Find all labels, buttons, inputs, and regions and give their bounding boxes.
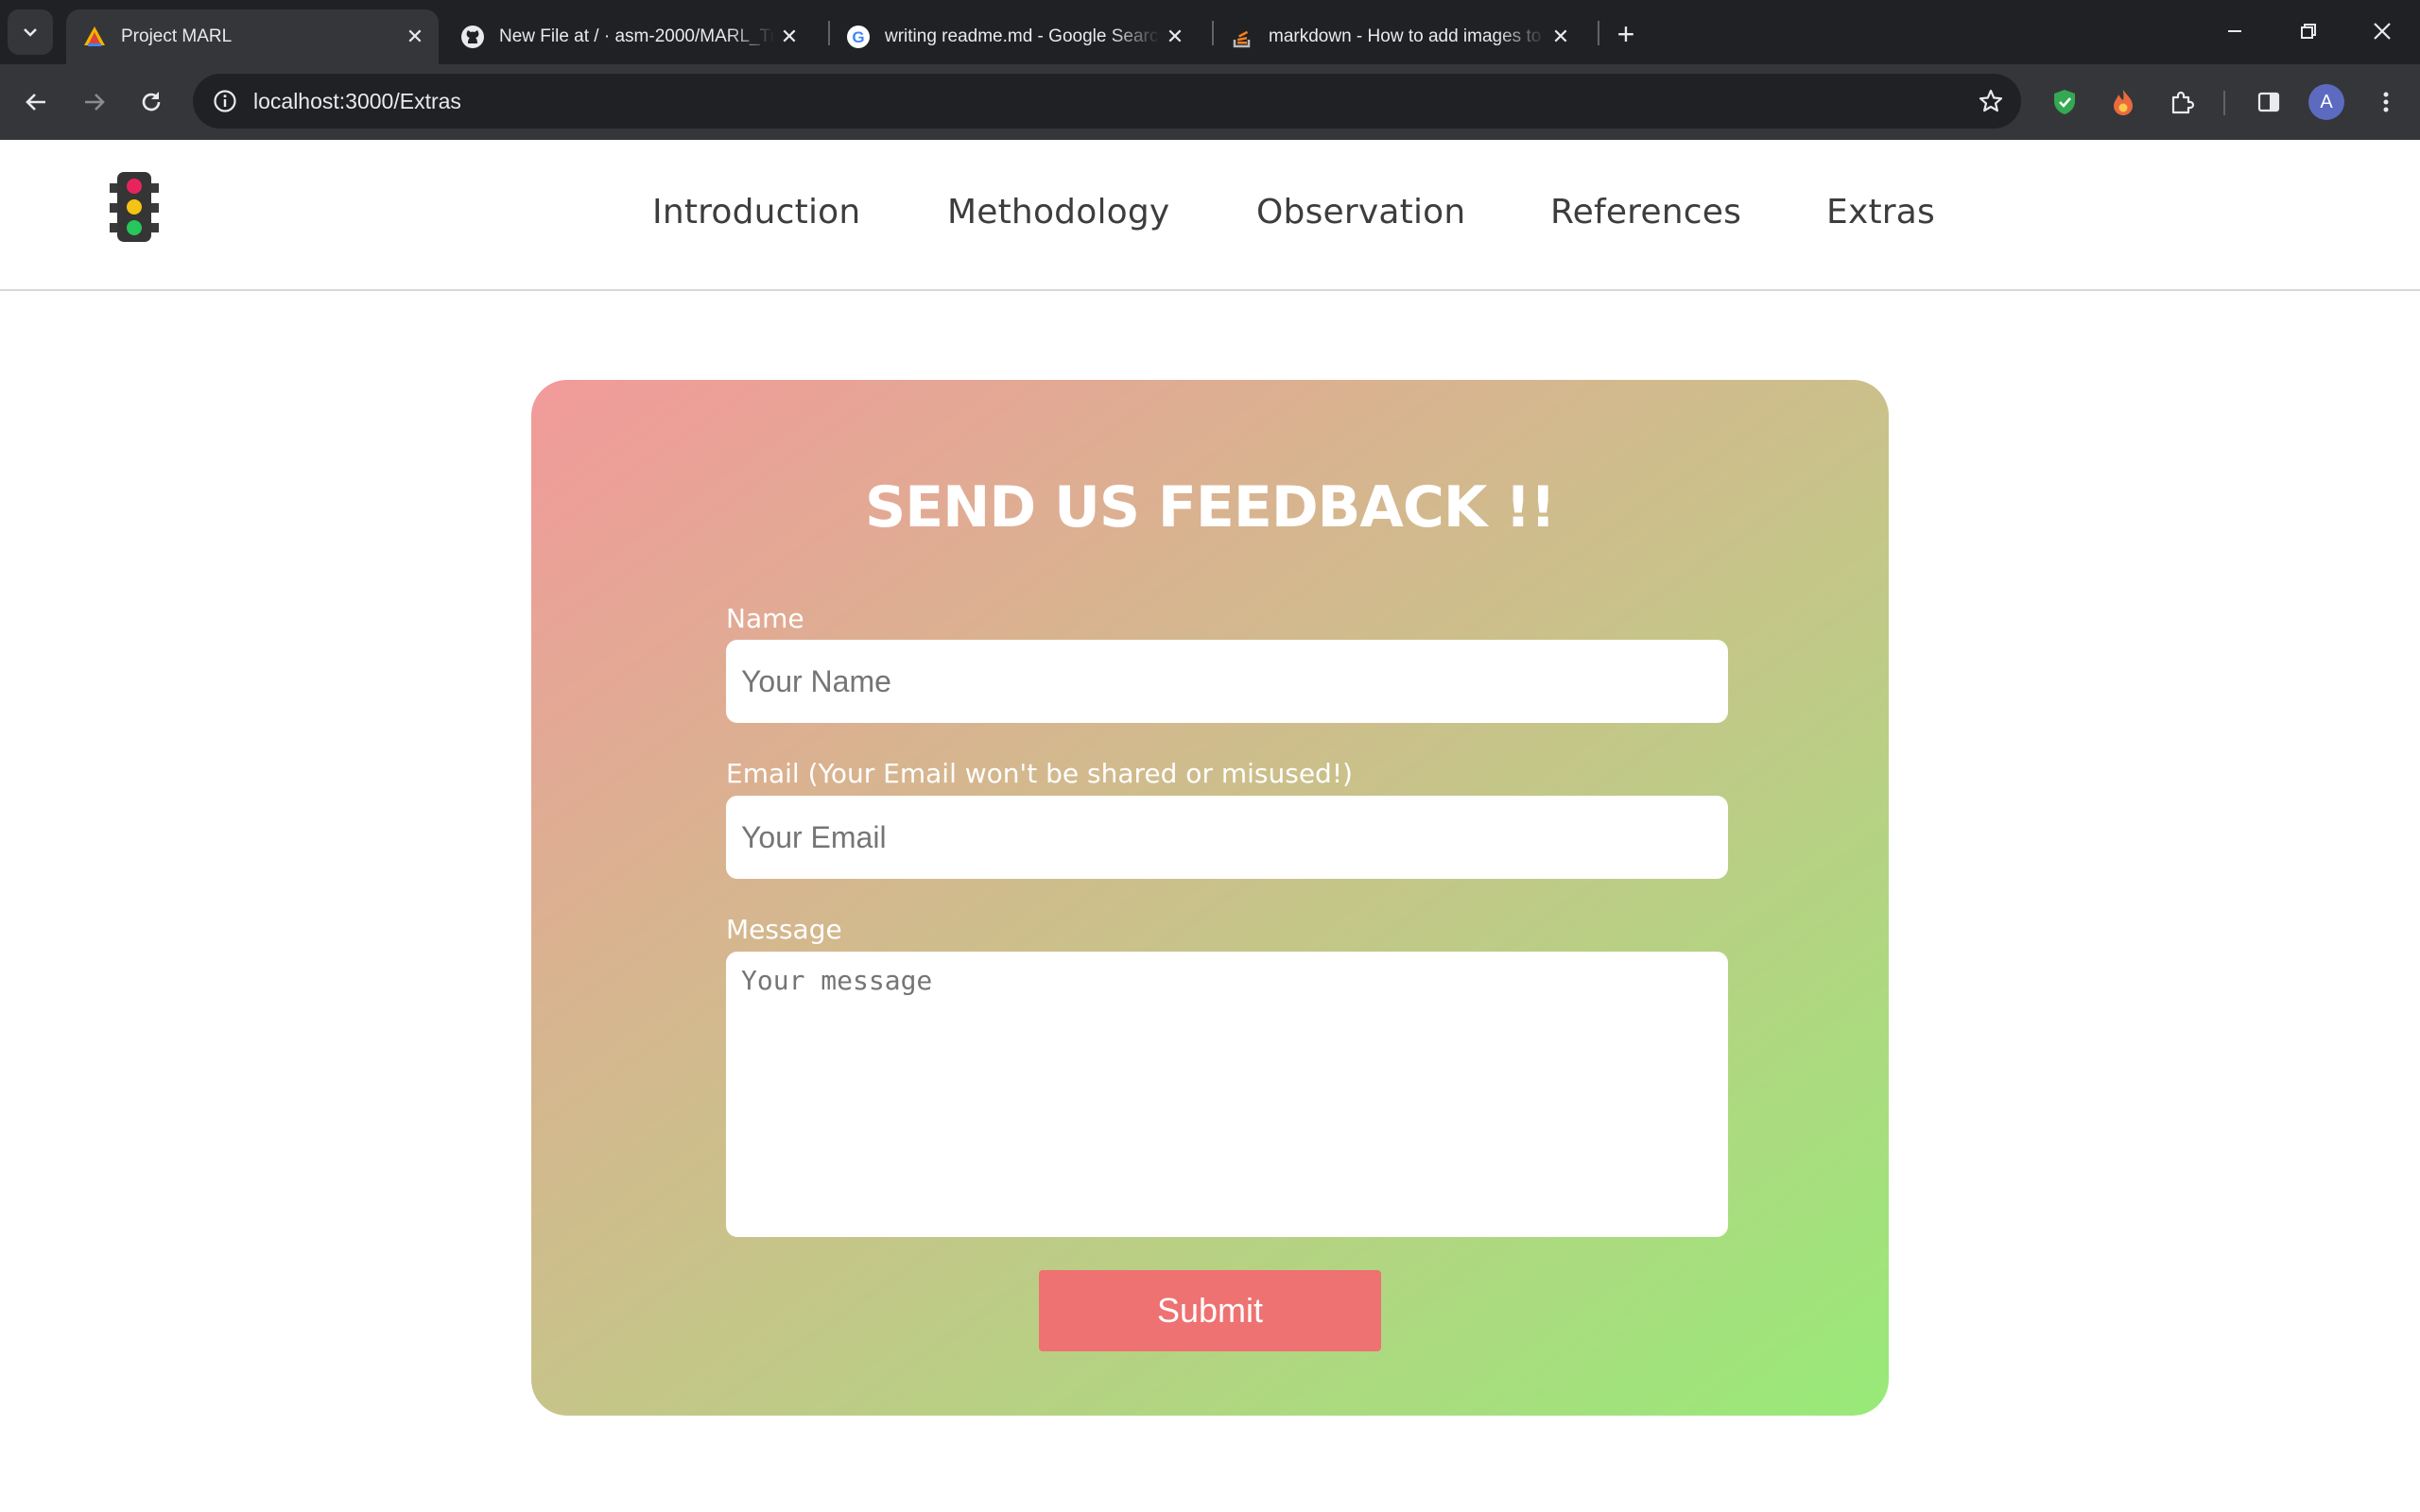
toolbar-divider — [2223, 91, 2225, 115]
github-icon — [459, 24, 486, 50]
chevron-down-icon — [24, 28, 37, 37]
email-label: Email (Your Email won't be shared or mis… — [726, 758, 1353, 789]
tab-title: writing readme.md - Google Search — [885, 26, 1161, 46]
restore-icon — [2301, 24, 2316, 39]
close-icon — [2374, 23, 2391, 40]
nav-extras[interactable]: Extras — [1826, 193, 1935, 232]
email-input[interactable] — [726, 796, 1728, 879]
close-tab-icon[interactable]: ✕ — [401, 23, 429, 51]
browser-tab-strip: Project MARL ✕ New File at / · asm-2000/… — [0, 0, 2420, 64]
minimize-window-button[interactable] — [2206, 8, 2263, 55]
nav-references[interactable]: References — [1550, 193, 1741, 232]
browser-tab-google[interactable]: G writing readme.md - Google Search ✕ — [830, 9, 1199, 64]
tab-title: markdown - How to add images to README.m… — [1269, 26, 1547, 46]
nav-observation[interactable]: Observation — [1256, 193, 1465, 232]
browser-menu-button[interactable] — [2363, 79, 2409, 125]
extension-shield-button[interactable] — [2042, 79, 2087, 125]
nav-methodology[interactable]: Methodology — [947, 193, 1169, 232]
reload-button[interactable] — [129, 79, 174, 125]
submit-button[interactable]: Submit — [1039, 1270, 1381, 1351]
side-panel-icon — [2257, 92, 2280, 112]
address-bar[interactable]: localhost:3000/Extras — [193, 74, 2021, 129]
message-label: Message — [726, 914, 842, 945]
flame-icon — [2114, 90, 2133, 115]
react-app-icon — [81, 24, 108, 50]
nav-introduction[interactable]: Introduction — [652, 193, 860, 232]
new-tab-button[interactable]: + — [1607, 15, 1645, 53]
bookmark-star-icon[interactable] — [1972, 82, 2010, 120]
main-nav: Introduction Methodology Observation Ref… — [0, 193, 2420, 240]
close-tab-icon[interactable]: ✕ — [1547, 23, 1575, 51]
reload-icon — [142, 92, 161, 112]
extension-fire-button[interactable] — [2100, 79, 2146, 125]
more-vertical-icon — [2383, 92, 2389, 112]
message-textarea[interactable] — [726, 952, 1728, 1237]
tab-search-button[interactable] — [8, 9, 53, 55]
close-window-button[interactable] — [2354, 8, 2411, 55]
profile-avatar[interactable]: A — [2308, 84, 2344, 120]
arrow-left-icon — [26, 94, 45, 111]
feedback-title: SEND US FEEDBACK !! — [864, 474, 1556, 541]
address-bar-url: localhost:3000/Extras — [253, 89, 461, 113]
browser-tab-github[interactable]: New File at / · asm-2000/MARL_Traffic ✕ — [444, 9, 813, 64]
tab-title: Project MARL — [121, 26, 233, 46]
stackoverflow-icon — [1229, 24, 1255, 50]
puzzle-piece-icon — [2171, 91, 2195, 114]
shield-check-icon — [2054, 90, 2075, 114]
browser-tab-project-marl[interactable]: Project MARL ✕ — [66, 9, 439, 64]
side-panel-button[interactable] — [2246, 79, 2291, 125]
close-tab-icon[interactable]: ✕ — [1161, 23, 1189, 51]
site-header: Introduction Methodology Observation Ref… — [0, 140, 2420, 291]
tab-title: New File at / · asm-2000/MARL_Traffic — [499, 26, 775, 46]
feedback-card: SEND US FEEDBACK !! Name Email (Your Ema… — [531, 380, 1889, 1416]
forward-button[interactable] — [72, 79, 117, 125]
restore-window-button[interactable] — [2280, 8, 2337, 55]
extensions-button[interactable] — [2159, 79, 2204, 125]
google-icon: G — [845, 24, 872, 50]
tab-separator — [1598, 21, 1599, 45]
close-tab-icon[interactable]: ✕ — [775, 23, 804, 51]
svg-text:G: G — [852, 28, 864, 46]
site-info-icon[interactable] — [206, 82, 244, 120]
browser-tab-stackoverflow[interactable]: markdown - How to add images to README.m… — [1214, 9, 1584, 64]
name-label: Name — [726, 603, 804, 634]
minimize-icon — [2228, 30, 2241, 32]
arrow-right-icon — [85, 94, 105, 111]
browser-toolbar: localhost:3000/Extras A — [0, 64, 2420, 140]
name-input[interactable] — [726, 640, 1728, 723]
back-button[interactable] — [13, 79, 59, 125]
